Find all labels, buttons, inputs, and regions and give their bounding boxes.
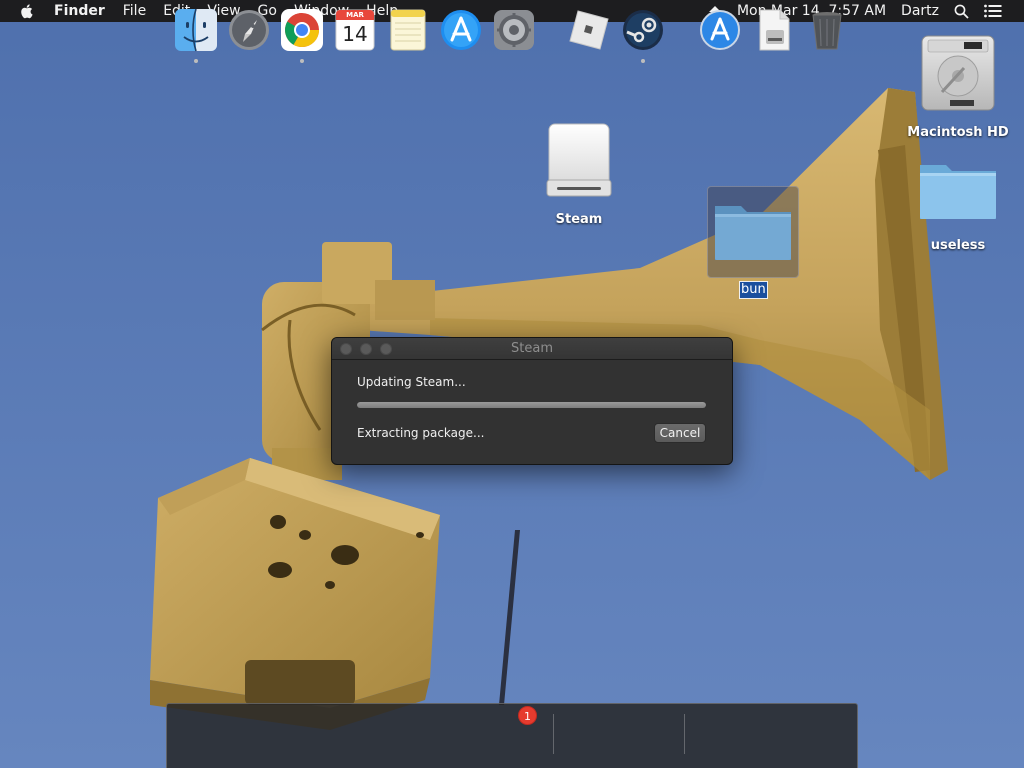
desktop-icon-useless-folder[interactable]: useless [915, 155, 1001, 255]
update-progress-bar [357, 402, 706, 408]
notes-icon[interactable] [386, 8, 430, 52]
desktop-icon-label: Macintosh HD [907, 125, 1009, 140]
desktop-icon-label: useless [930, 238, 986, 253]
dialog-titlebar[interactable]: Steam [332, 338, 732, 360]
applications-folder-icon[interactable] [698, 8, 742, 52]
spotlight-search-icon[interactable] [954, 4, 969, 19]
chrome-icon[interactable] [280, 8, 324, 52]
hard-drive-icon [921, 35, 995, 111]
progress-fill [357, 402, 706, 408]
steam-icon[interactable] [621, 8, 665, 52]
running-indicator [641, 59, 645, 63]
menu-file[interactable]: File [123, 0, 146, 22]
app-store-icon[interactable] [439, 8, 483, 52]
finder-icon[interactable] [174, 8, 218, 52]
apple-menu-icon[interactable] [18, 2, 36, 20]
dialog-title: Steam [511, 341, 553, 356]
rename-text-field[interactable]: bun [739, 281, 768, 299]
notification-center-icon[interactable] [984, 4, 1002, 18]
launchpad-icon[interactable] [227, 8, 271, 52]
steam-update-dialog: Steam Updating Steam... Extracting packa… [331, 337, 733, 465]
desktop-icon-bun-folder[interactable]: bun [707, 186, 799, 301]
extract-status-text: Extracting package... [357, 426, 485, 440]
desktop-icon-macintosh-hd[interactable]: Macintosh HD [905, 30, 1011, 145]
menubar-user-name[interactable]: Dartz [901, 0, 939, 22]
trash-icon[interactable] [805, 8, 849, 52]
running-indicator [300, 59, 304, 63]
system-preferences-icon[interactable] [492, 8, 536, 52]
roblox-icon[interactable] [567, 8, 611, 52]
notification-badge: 1 [518, 706, 537, 725]
menu-app-finder[interactable]: Finder [54, 0, 105, 22]
calendar-month: MAR [346, 11, 364, 19]
dock-separator [553, 714, 554, 754]
dock-separator [684, 714, 685, 754]
update-status-text: Updating Steam... [357, 375, 466, 389]
folder-icon [920, 165, 996, 219]
calendar-icon[interactable]: MAR 14 [333, 8, 377, 52]
dock [166, 703, 858, 768]
folder-icon [715, 206, 791, 260]
running-indicator [194, 59, 198, 63]
cancel-button[interactable]: Cancel [654, 423, 706, 443]
desktop-icon-label: Steam [555, 212, 603, 227]
removable-drive-icon [546, 123, 612, 197]
disk-image-icon[interactable] [752, 8, 796, 52]
calendar-day: 14 [342, 22, 368, 46]
desktop-icon-steam-drive[interactable]: Steam [536, 118, 622, 230]
